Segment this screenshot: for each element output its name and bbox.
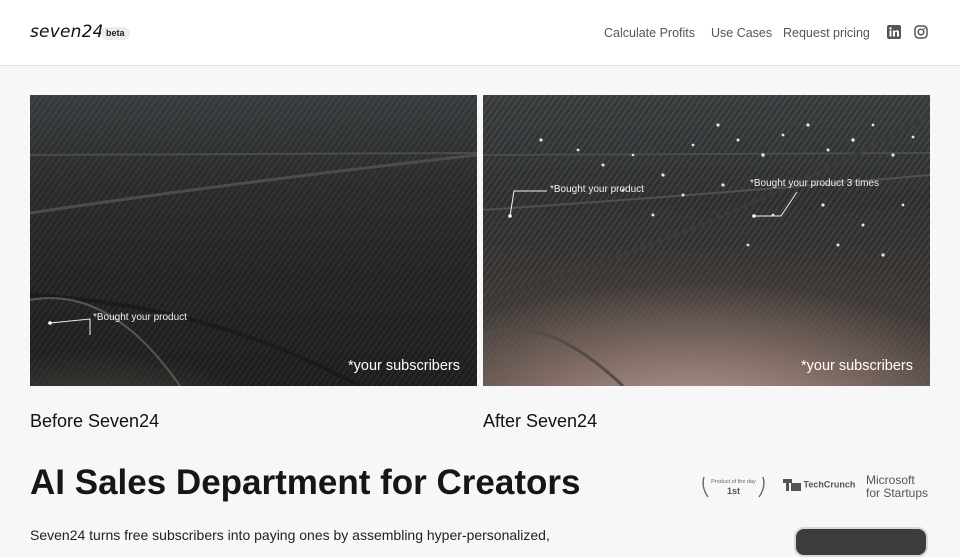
techcrunch-label: TechCrunch	[803, 479, 856, 490]
hero-title: AI Sales Department for Creators	[30, 463, 581, 502]
microsoft-for-startups-logo: Microsoft for Startups	[866, 474, 928, 500]
logo[interactable]: seven24	[30, 22, 104, 42]
subscribers-label: *your subscribers	[800, 358, 913, 374]
nav-use-cases[interactable]: Use Cases	[711, 26, 772, 40]
nav-calculate-profits[interactable]: Calculate Profits	[604, 26, 695, 40]
after-image: *Bought your product *Bought your produc…	[483, 95, 930, 386]
after-caption: After Seven24	[483, 411, 598, 431]
product-hunt-label: Product of the day	[711, 479, 756, 485]
before-image: *Bought your product *your subscribers	[30, 95, 477, 386]
annotation-bought-3-times: *Bought your product 3 times	[750, 178, 879, 189]
annotation-bought: *Bought your product	[550, 184, 644, 195]
product-hunt-badge: Product of the day 1st	[700, 475, 767, 499]
subscribers-label: *your subscribers	[347, 358, 460, 374]
techcrunch-logo: TechCrunch	[783, 479, 855, 493]
cta-button[interactable]	[794, 527, 928, 557]
instagram-icon[interactable]	[914, 25, 928, 39]
beta-badge: beta	[101, 27, 130, 40]
techcrunch-icon	[783, 479, 801, 491]
nav-request-pricing[interactable]: Request pricing	[783, 26, 870, 40]
product-hunt-rank: 1st	[726, 486, 740, 496]
site-header: seven24 beta Calculate Profits Use Cases…	[0, 0, 960, 66]
hero-description: Seven24 turns free subscribers into payi…	[30, 527, 550, 543]
before-caption: Before Seven24	[30, 411, 160, 431]
stadium-illustration	[30, 152, 477, 386]
linkedin-icon[interactable]	[887, 25, 901, 39]
annotation-bought: *Bought your product	[93, 312, 187, 323]
stadium-illustration-highlighted	[483, 113, 930, 386]
for-startups-label: for Startups	[866, 486, 929, 500]
